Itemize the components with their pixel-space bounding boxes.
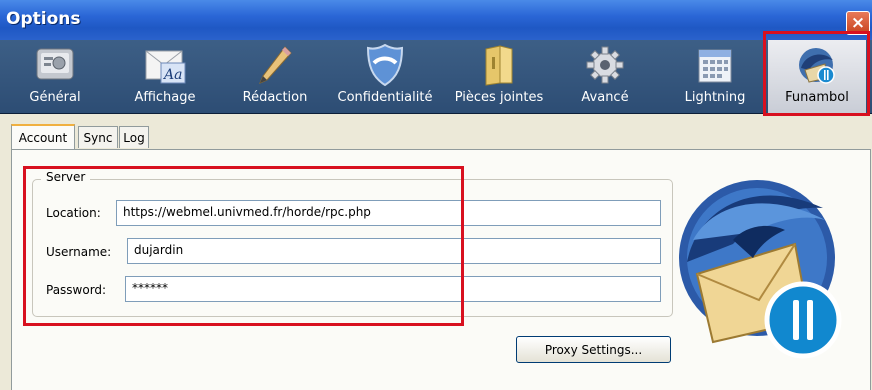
tab-sync[interactable]: Sync xyxy=(78,126,118,148)
display-icon: Aa xyxy=(141,43,189,87)
toolbar-label-general: Général xyxy=(29,90,81,105)
toolbar-item-advanced[interactable]: Avancé xyxy=(570,40,640,113)
gear-icon xyxy=(581,43,629,87)
tab-account[interactable]: Account xyxy=(11,124,75,149)
toolbar-label-composition: Rédaction xyxy=(242,90,308,105)
funambol-highlight-box xyxy=(763,31,870,116)
proxy-settings-button[interactable]: Proxy Settings... xyxy=(516,336,671,363)
tab-log[interactable]: Log xyxy=(119,126,149,148)
preferences-toolbar: Général Aa Affichage Rédaction Confident… xyxy=(0,40,872,114)
server-highlight-box xyxy=(23,166,464,326)
close-icon: × xyxy=(850,13,866,33)
toolbar-label-attachments: Pièces jointes xyxy=(454,90,544,105)
toolbar-label-privacy: Confidentialité xyxy=(337,90,433,105)
toolbar-item-display[interactable]: Aa Affichage xyxy=(125,40,205,113)
toolbar-item-composition[interactable]: Rédaction xyxy=(235,40,315,113)
pencil-icon xyxy=(251,43,299,87)
folder-icon xyxy=(475,43,523,87)
window-title: Options xyxy=(6,9,81,29)
toolbar-label-lightning: Lightning xyxy=(684,90,746,105)
title-bar[interactable]: Options × xyxy=(0,0,872,40)
toolbar-item-lightning[interactable]: Lightning xyxy=(675,40,755,113)
toolbar-item-general[interactable]: Général xyxy=(20,40,90,113)
options-window: Options × Général Aa Affichage Rédaction… xyxy=(0,0,872,390)
general-icon xyxy=(31,43,79,87)
toolbar-label-advanced: Avancé xyxy=(581,90,629,105)
toolbar-label-display: Affichage xyxy=(134,90,196,105)
toolbar-item-privacy[interactable]: Confidentialité xyxy=(334,40,436,113)
display-icon-glyph: Aa xyxy=(162,67,182,83)
calendar-icon xyxy=(691,43,739,87)
shield-icon xyxy=(361,43,409,87)
toolbar-item-attachments[interactable]: Pièces jointes xyxy=(449,40,549,113)
thunderbird-funambol-logo xyxy=(675,170,865,389)
